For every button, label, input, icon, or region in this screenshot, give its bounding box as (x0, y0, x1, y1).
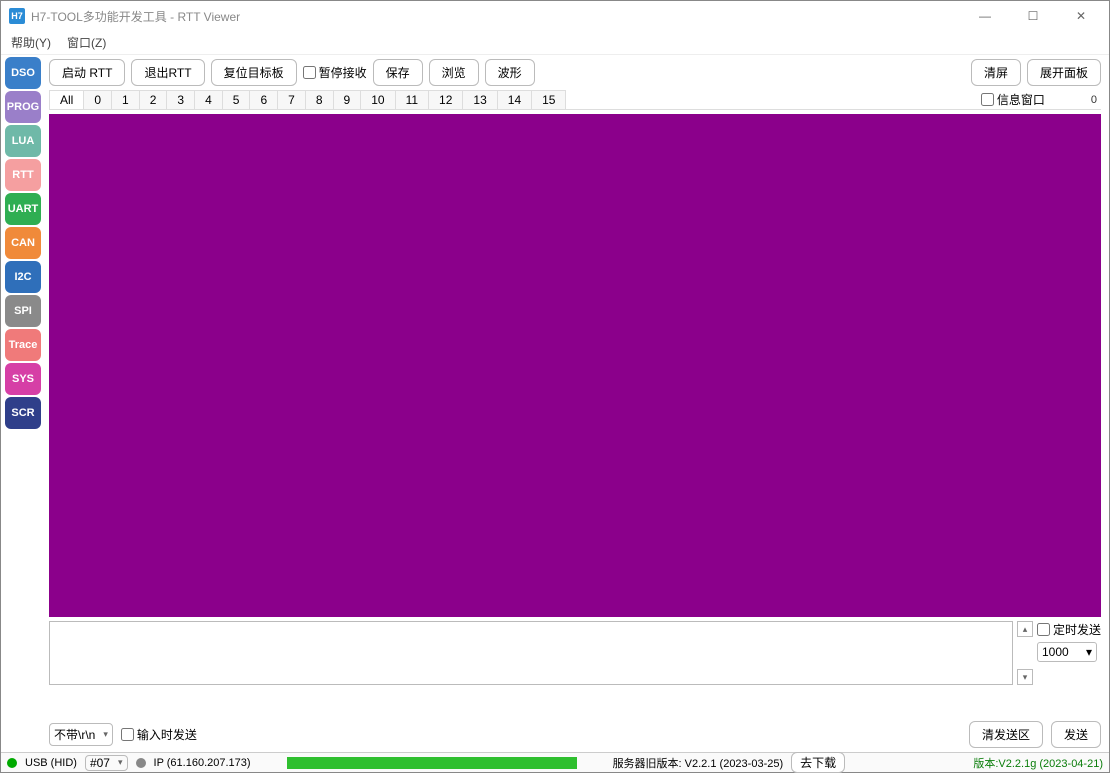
tab-ch-3[interactable]: 3 (166, 90, 195, 109)
save-button[interactable]: 保存 (373, 59, 423, 86)
sidebar-item-scr[interactable]: SCR (5, 397, 41, 429)
line-ending-select[interactable]: 不带\r\n ▾ (49, 723, 113, 746)
tab-ch-0[interactable]: 0 (83, 90, 112, 109)
tab-ch-14[interactable]: 14 (497, 90, 532, 109)
tab-ch-13[interactable]: 13 (462, 90, 497, 109)
pause-receive-label: 暂停接收 (319, 64, 367, 81)
ip-text: IP (61.160.207.173) (154, 757, 251, 769)
unit-select[interactable]: #07 ▾ (85, 755, 128, 771)
tab-ch-2[interactable]: 2 (139, 90, 168, 109)
send-scroll[interactable]: ▴ ▾ (1017, 621, 1033, 717)
send-on-input-checkbox[interactable]: 输入时发送 (121, 726, 197, 743)
start-rtt-button[interactable]: 启动 RTT (49, 59, 125, 86)
expand-panel-button[interactable]: 展开面板 (1027, 59, 1101, 86)
sidebar-item-sys[interactable]: SYS (5, 363, 41, 395)
server-version-text: 服务器旧版本: V2.2.1 (2023-03-25) (613, 755, 784, 771)
window-title: H7-TOOL多功能开发工具 - RTT Viewer (31, 8, 971, 25)
tab-ch-11[interactable]: 11 (395, 90, 429, 109)
tab-ch-5[interactable]: 5 (222, 90, 251, 109)
usb-status-text: USB (HID) (25, 757, 77, 769)
maximize-button[interactable]: ☐ (1019, 9, 1047, 23)
usb-status-icon (7, 758, 17, 768)
sidebar-item-can[interactable]: CAN (5, 227, 41, 259)
menu-help[interactable]: 帮助(Y) (11, 34, 51, 51)
exit-rtt-button[interactable]: 退出RTT (131, 59, 204, 86)
scroll-down-icon[interactable]: ▾ (1017, 669, 1033, 685)
sidebar-item-lua[interactable]: LUA (5, 125, 41, 157)
pause-receive-checkbox[interactable]: 暂停接收 (303, 64, 367, 81)
titlebar: H7 H7-TOOL多功能开发工具 - RTT Viewer — ☐ ✕ (1, 1, 1109, 31)
tab-ch-10[interactable]: 10 (360, 90, 395, 109)
close-button[interactable]: ✕ (1067, 9, 1095, 23)
interval-value: 1000 (1042, 645, 1069, 659)
interval-select[interactable]: 1000 ▾ (1037, 642, 1097, 662)
menu-window[interactable]: 窗口(Z) (67, 34, 106, 51)
wave-button[interactable]: 波形 (485, 59, 535, 86)
scroll-up-icon[interactable]: ▴ (1017, 621, 1033, 637)
tab-ch-6[interactable]: 6 (249, 90, 278, 109)
line-ending-value: 不带\r\n (54, 726, 95, 743)
reset-target-button[interactable]: 复位目标板 (211, 59, 297, 86)
clear-send-button[interactable]: 清发送区 (969, 721, 1043, 748)
sidebar-item-uart[interactable]: UART (5, 193, 41, 225)
minimize-button[interactable]: — (971, 9, 999, 23)
timed-send-label: 定时发送 (1053, 621, 1101, 638)
sidebar-item-spi[interactable]: SPI (5, 295, 41, 327)
sidebar-item-prog[interactable]: PROG (5, 91, 41, 123)
send-options-row: 不带\r\n ▾ 输入时发送 清发送区 发送 (49, 721, 1101, 748)
toolbar: 启动 RTT 退出RTT 复位目标板 暂停接收 保存 浏览 波形 清屏 展开面板 (49, 59, 1101, 86)
rtt-console[interactable] (49, 114, 1101, 617)
app-icon: H7 (9, 8, 25, 24)
content-area: 启动 RTT 退出RTT 复位目标板 暂停接收 保存 浏览 波形 清屏 展开面板… (45, 55, 1109, 752)
chevron-down-icon: ▾ (1086, 645, 1092, 659)
sidebar: DSOPROGLUARTTUARTCANI2CSPITraceSYSSCR (1, 55, 45, 752)
info-window-label: 信息窗口 (997, 91, 1045, 108)
channel-tabs: All 0123456789101112131415 信息窗口 0 (49, 90, 1101, 110)
tab-ch-4[interactable]: 4 (194, 90, 223, 109)
timed-send-input[interactable] (1037, 623, 1050, 636)
ip-status-icon (136, 758, 146, 768)
clear-screen-button[interactable]: 清屏 (971, 59, 1021, 86)
send-area: ▴ ▾ 定时发送 1000 ▾ (49, 621, 1101, 717)
download-button[interactable]: 去下载 (791, 752, 845, 773)
chevron-down-icon: ▾ (103, 729, 108, 740)
send-input[interactable] (49, 621, 1013, 685)
version-text: 版本:V2.2.1g (2023-04-21) (973, 755, 1103, 771)
tab-ch-7[interactable]: 7 (277, 90, 306, 109)
byte-count: 0 (1051, 94, 1097, 106)
send-on-input-label: 输入时发送 (137, 726, 197, 743)
tab-ch-15[interactable]: 15 (531, 90, 566, 109)
progress-bar (287, 757, 577, 769)
sidebar-item-rtt[interactable]: RTT (5, 159, 41, 191)
menubar: 帮助(Y) 窗口(Z) (1, 31, 1109, 55)
send-on-input-input[interactable] (121, 728, 134, 741)
info-window-checkbox[interactable]: 信息窗口 (981, 91, 1045, 108)
pause-receive-input[interactable] (303, 66, 316, 79)
send-button[interactable]: 发送 (1051, 721, 1101, 748)
unit-value: #07 (90, 756, 110, 770)
statusbar: USB (HID) #07 ▾ IP (61.160.207.173) 服务器旧… (1, 752, 1109, 772)
tab-ch-8[interactable]: 8 (305, 90, 334, 109)
tab-ch-9[interactable]: 9 (333, 90, 362, 109)
browse-button[interactable]: 浏览 (429, 59, 479, 86)
info-window-input[interactable] (981, 93, 994, 106)
sidebar-item-dso[interactable]: DSO (5, 57, 41, 89)
sidebar-item-i2c[interactable]: I2C (5, 261, 41, 293)
tab-ch-12[interactable]: 12 (428, 90, 463, 109)
chevron-down-icon: ▾ (118, 757, 123, 768)
tab-all[interactable]: All (49, 90, 84, 109)
tab-ch-1[interactable]: 1 (111, 90, 140, 109)
sidebar-item-trace[interactable]: Trace (5, 329, 41, 361)
timed-send-checkbox[interactable]: 定时发送 (1037, 621, 1101, 638)
